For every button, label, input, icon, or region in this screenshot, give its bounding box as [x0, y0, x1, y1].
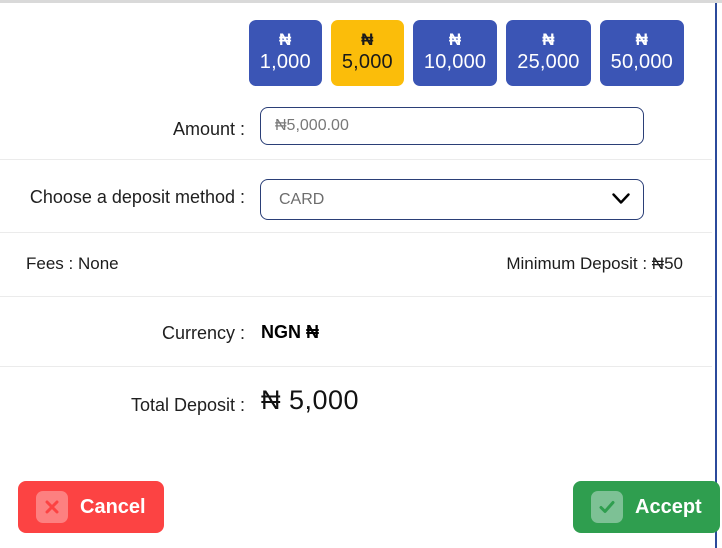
quick-amount-value: 10,000 — [423, 50, 487, 73]
quick-amount-button-5000[interactable]: ₦ 5,000 — [330, 20, 404, 86]
total-deposit-row: Total Deposit : ₦ 5,000 — [0, 381, 712, 437]
divider-after-fees — [0, 296, 712, 297]
amount-input[interactable] — [260, 107, 644, 145]
cancel-button-label: Cancel — [80, 495, 146, 518]
quick-amount-button-group: ₦ 1,000 ₦ 5,000 ₦ 10,000 ₦ 25,000 ₦ 50,0… — [0, 20, 712, 86]
total-deposit-value: ₦ 5,000 — [261, 385, 360, 415]
deposit-method-row: Choose a deposit method : CARD — [0, 175, 712, 227]
quick-amount-value: 1,000 — [259, 50, 311, 73]
fees-text: Fees : None — [26, 254, 119, 273]
naira-symbol-icon: ₦ — [361, 30, 374, 50]
divider-after-currency — [0, 366, 712, 367]
close-x-icon — [36, 491, 68, 523]
minimum-deposit-text: Minimum Deposit : ₦50 — [506, 254, 683, 273]
currency-label: Currency : — [161, 323, 245, 343]
currency-value: NGN ₦ — [261, 322, 319, 342]
divider-after-method — [0, 232, 712, 233]
naira-symbol-icon: ₦ — [542, 30, 555, 50]
deposit-method-label: Choose a deposit method : — [29, 187, 245, 207]
quick-amount-button-25000[interactable]: ₦ 25,000 — [506, 20, 591, 86]
naira-symbol-icon: ₦ — [279, 30, 292, 50]
naira-symbol-icon: ₦ — [635, 30, 649, 50]
deposit-method-select-wrapper: CARD — [260, 179, 644, 220]
quick-amount-value: 50,000 — [610, 50, 673, 73]
checkmark-icon — [591, 491, 623, 523]
quick-amount-button-1000[interactable]: ₦ 1,000 — [248, 20, 322, 86]
fees-row: Fees : None Minimum Deposit : ₦50 — [0, 246, 712, 290]
currency-row: Currency : NGN ₦ — [0, 313, 712, 361]
window-right-border — [715, 3, 717, 548]
deposit-dialog: ₦ 1,000 ₦ 5,000 ₦ 10,000 ₦ 25,000 ₦ 50,0… — [0, 0, 722, 548]
quick-amount-value: 5,000 — [341, 50, 393, 73]
deposit-method-select[interactable]: CARD — [260, 179, 644, 220]
total-deposit-label: Total Deposit : — [130, 395, 245, 415]
dialog-content: ₦ 1,000 ₦ 5,000 ₦ 10,000 ₦ 25,000 ₦ 50,0… — [0, 3, 720, 548]
accept-button[interactable]: Accept — [573, 481, 720, 533]
amount-label: Amount : — [172, 118, 245, 139]
accept-button-label: Accept — [635, 495, 702, 518]
divider-after-amount — [0, 159, 712, 160]
quick-amount-button-50000[interactable]: ₦ 50,000 — [599, 20, 684, 86]
naira-symbol-icon: ₦ — [448, 30, 462, 50]
quick-amount-button-10000[interactable]: ₦ 10,000 — [412, 20, 498, 86]
amount-row: Amount : — [0, 101, 712, 157]
cancel-button[interactable]: Cancel — [18, 481, 164, 533]
quick-amount-value: 25,000 — [517, 50, 580, 73]
